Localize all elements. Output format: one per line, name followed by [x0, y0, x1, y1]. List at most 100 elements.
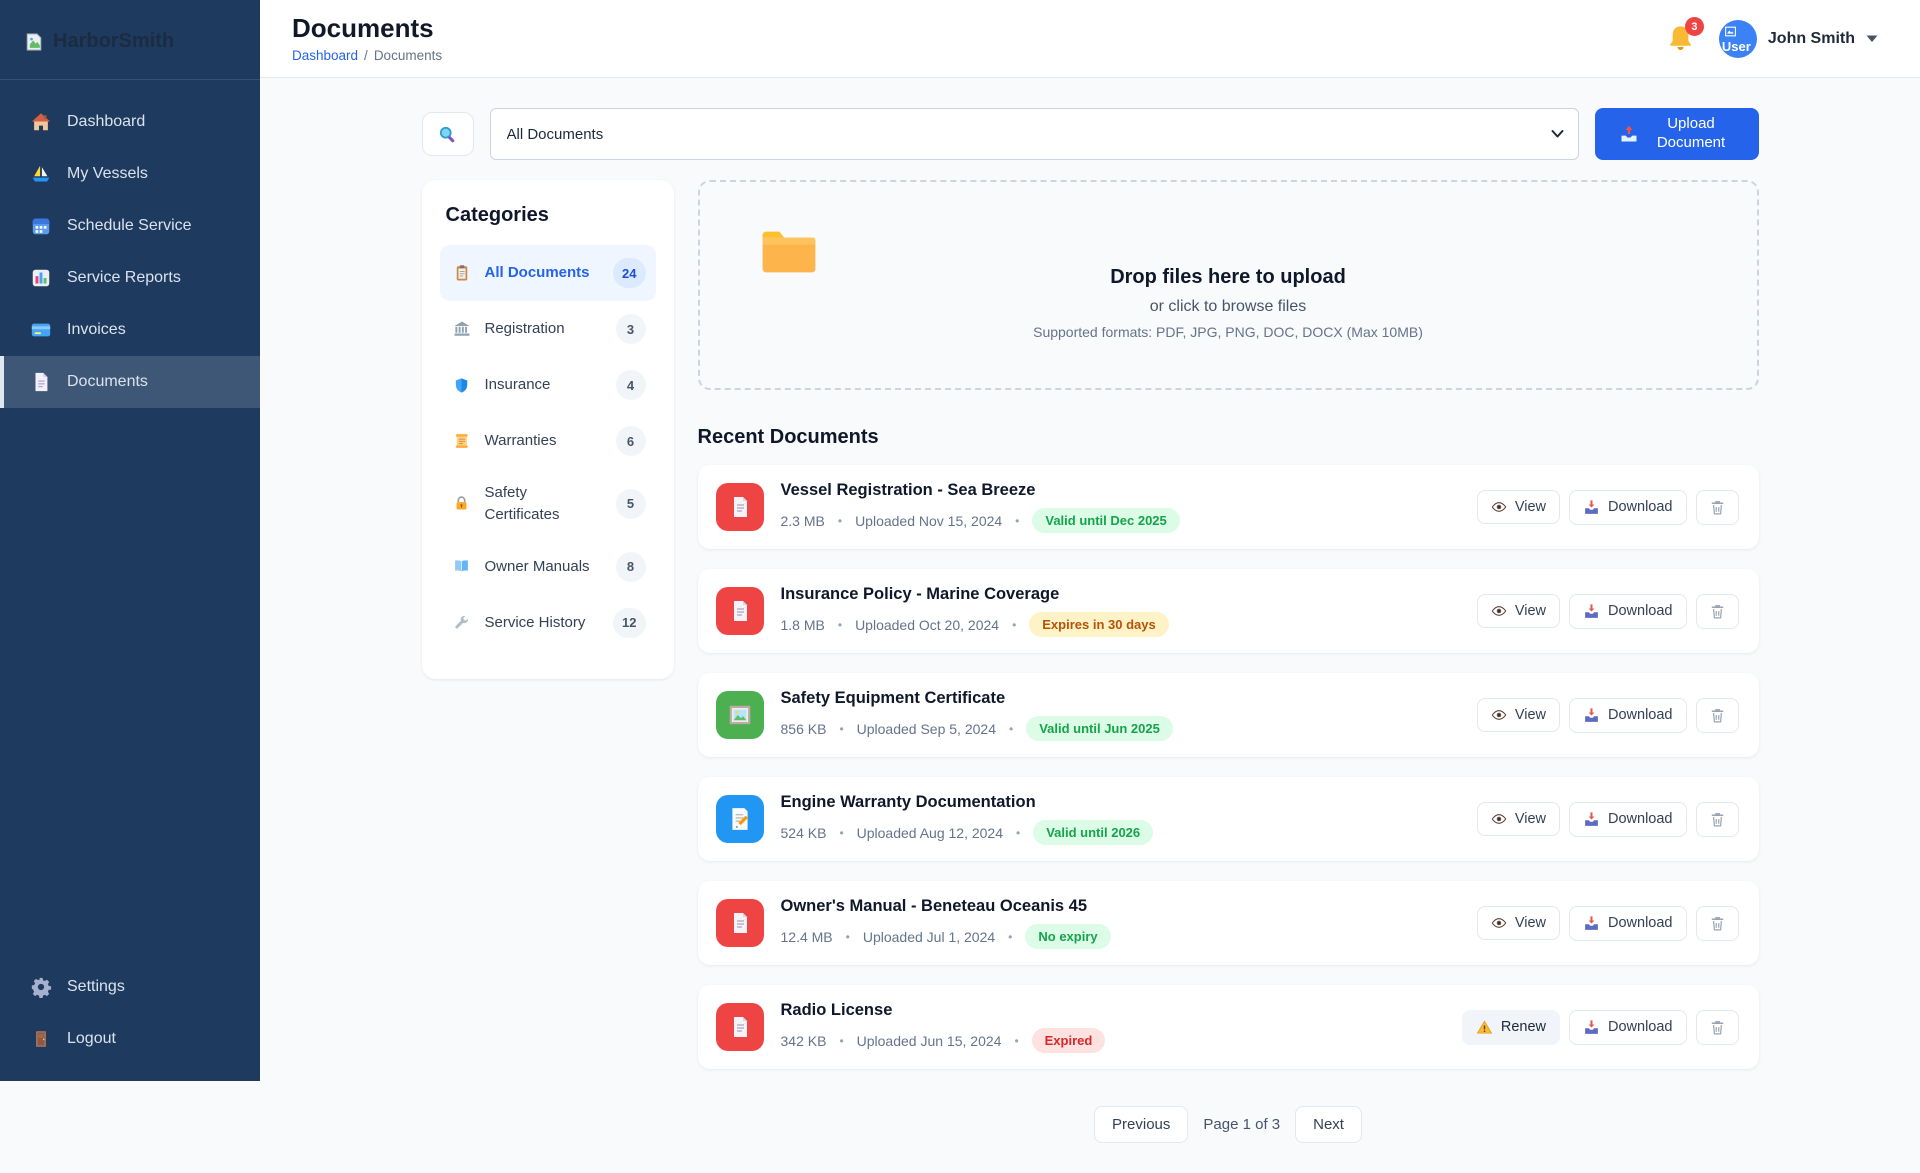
upload-button-label: Upload Document	[1648, 115, 1734, 153]
document-meta: 12.4 MB • Uploaded Jul 1, 2024 • No expi…	[781, 924, 1477, 949]
door-icon	[30, 1028, 52, 1050]
delete-button[interactable]	[1696, 802, 1739, 837]
category-label: Registration	[485, 318, 603, 340]
document-uploaded: Uploaded Aug 12, 2024	[857, 825, 1003, 841]
delete-button[interactable]	[1696, 906, 1739, 941]
category-service-history[interactable]: Service History 12	[440, 595, 656, 651]
document-name: Radio License	[781, 1001, 1462, 1020]
meta-separator: •	[838, 514, 842, 528]
document-uploaded: Uploaded Oct 20, 2024	[855, 617, 999, 633]
file-dropzone[interactable]: Drop files here to upload or click to br…	[698, 180, 1759, 390]
category-safety-certificates[interactable]: Safety Certificates 5	[440, 469, 656, 539]
download-button[interactable]: Download	[1569, 906, 1687, 941]
meta-separator: •	[1012, 618, 1016, 632]
delete-button[interactable]	[1696, 490, 1739, 525]
page-title: Documents	[292, 14, 442, 43]
document-row: Safety Equipment Certificate 856 KB • Up…	[698, 673, 1759, 757]
notifications-button[interactable]: 3	[1666, 24, 1695, 53]
breadcrumb-separator: /	[364, 48, 368, 63]
upload-tray-icon	[1619, 124, 1639, 144]
download-button-label: Download	[1608, 811, 1673, 827]
memo-file-blue-icon	[716, 795, 764, 843]
document-uploaded: Uploaded Nov 15, 2024	[855, 513, 1002, 529]
wrench-icon	[452, 614, 472, 631]
app-root: HarborSmith Dashboard My Vessels Schedul…	[0, 0, 1920, 1173]
document-meta: 342 KB • Uploaded Jun 15, 2024 • Expired	[781, 1028, 1462, 1053]
category-registration[interactable]: Registration 3	[440, 301, 656, 357]
sidebar-item-settings[interactable]: Settings	[0, 961, 260, 1013]
gear-icon	[30, 976, 52, 998]
lock-icon	[452, 494, 472, 513]
user-menu[interactable]: User John Smith	[1719, 20, 1878, 58]
sidebar-item-my-vessels[interactable]: My Vessels	[0, 148, 260, 200]
previous-page-button[interactable]: Previous	[1094, 1106, 1188, 1143]
document-actions: View Download	[1477, 698, 1739, 733]
view-button[interactable]: View	[1477, 594, 1560, 628]
document-name: Engine Warranty Documentation	[781, 793, 1477, 812]
category-warranties[interactable]: Warranties 6	[440, 413, 656, 469]
sidebar-item-documents[interactable]: Documents	[0, 356, 260, 408]
document-actions: View Download	[1477, 906, 1739, 941]
category-count-badge: 24	[613, 258, 645, 288]
sidebar-item-dashboard[interactable]: Dashboard	[0, 96, 260, 148]
broken-image-icon	[24, 32, 44, 52]
document-row: Radio License 342 KB • Uploaded Jun 15, …	[698, 985, 1759, 1069]
document-filter-select[interactable]: All Documents	[490, 108, 1579, 160]
document-row: Owner's Manual - Beneteau Oceanis 45 12.…	[698, 881, 1759, 965]
document-info: Vessel Registration - Sea Breeze 2.3 MB …	[781, 481, 1477, 533]
download-button[interactable]: Download	[1569, 490, 1687, 525]
delete-button[interactable]	[1696, 1010, 1739, 1045]
view-button[interactable]: View	[1477, 906, 1560, 940]
document-actions: View Download	[1477, 490, 1739, 525]
meta-separator: •	[839, 722, 843, 736]
document-info: Engine Warranty Documentation 524 KB • U…	[781, 793, 1477, 845]
sidebar-item-service-reports[interactable]: Service Reports	[0, 252, 260, 304]
document-uploaded: Uploaded Jul 1, 2024	[863, 929, 995, 945]
upload-document-button[interactable]: Upload Document	[1595, 108, 1759, 160]
sidebar-item-logout[interactable]: Logout	[0, 1013, 260, 1065]
content: All Documents Upload Document Categori	[422, 78, 1759, 1173]
brand-logo: HarborSmith	[0, 0, 260, 80]
download-button[interactable]: Download	[1569, 698, 1687, 733]
category-owner-manuals[interactable]: Owner Manuals 8	[440, 539, 656, 595]
notification-count-badge: 3	[1685, 17, 1704, 36]
sidebar-item-label: Invoices	[67, 321, 126, 339]
search-button[interactable]	[422, 112, 474, 156]
view-button[interactable]: View	[1477, 490, 1560, 524]
delete-button[interactable]	[1696, 698, 1739, 733]
document-file-red-icon	[716, 1003, 764, 1051]
breadcrumb-link-dashboard[interactable]: Dashboard	[292, 48, 358, 63]
download-button[interactable]: Download	[1569, 594, 1687, 629]
sidebar: HarborSmith Dashboard My Vessels Schedul…	[0, 0, 260, 1081]
category-label: Safety Certificates	[485, 482, 603, 526]
view-button[interactable]: View	[1477, 802, 1560, 836]
document-info: Owner's Manual - Beneteau Oceanis 45 12.…	[781, 897, 1477, 949]
meta-separator: •	[839, 826, 843, 840]
document-icon	[30, 371, 52, 393]
download-button[interactable]: Download	[1569, 802, 1687, 837]
download-tray-icon	[1583, 499, 1600, 516]
download-button-label: Download	[1608, 499, 1673, 515]
category-label: Service History	[485, 612, 601, 634]
recent-documents-title: Recent Documents	[698, 426, 1759, 449]
view-button[interactable]: View	[1477, 698, 1560, 732]
sidebar-item-invoices[interactable]: Invoices	[0, 304, 260, 356]
document-meta: 524 KB • Uploaded Aug 12, 2024 • Valid u…	[781, 820, 1477, 845]
bank-icon	[452, 320, 472, 338]
category-insurance[interactable]: Insurance 4	[440, 357, 656, 413]
category-all-documents[interactable]: All Documents 24	[440, 245, 656, 301]
search-icon	[437, 124, 458, 145]
download-button[interactable]: Download	[1569, 1010, 1687, 1045]
clipboard-icon	[452, 263, 472, 283]
renew-button[interactable]: Renew	[1462, 1010, 1560, 1045]
toolbar: All Documents Upload Document	[422, 108, 1759, 160]
delete-button[interactable]	[1696, 594, 1739, 629]
sidebar-item-schedule-service[interactable]: Schedule Service	[0, 200, 260, 252]
eye-icon	[1491, 499, 1507, 515]
download-button-label: Download	[1608, 915, 1673, 931]
download-button-label: Download	[1608, 1019, 1673, 1035]
meta-separator: •	[1009, 722, 1013, 736]
document-name: Vessel Registration - Sea Breeze	[781, 481, 1477, 500]
renew-button-label: Renew	[1501, 1019, 1546, 1035]
next-page-button[interactable]: Next	[1295, 1106, 1362, 1143]
